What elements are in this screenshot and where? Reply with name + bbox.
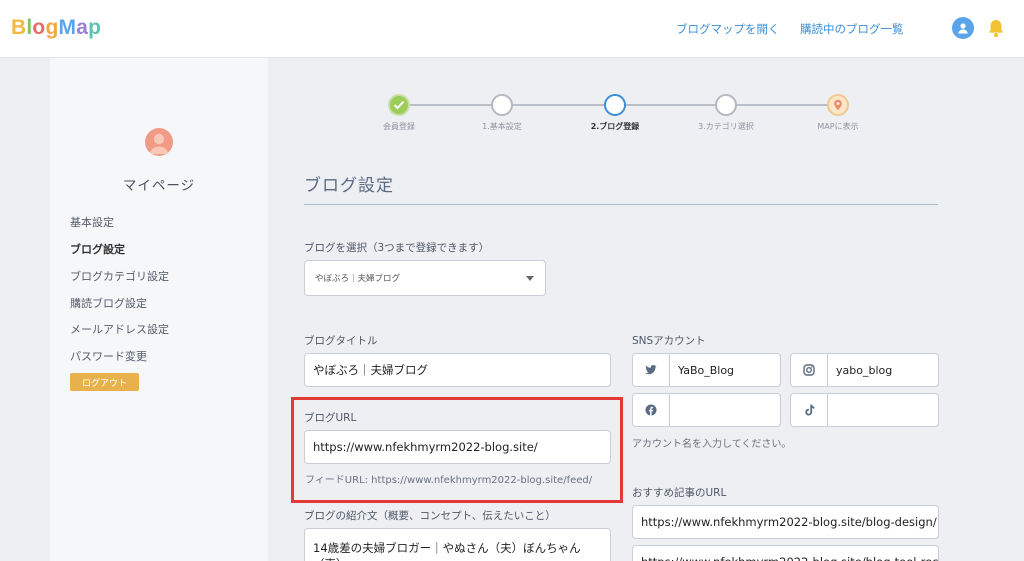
- logout-button[interactable]: ログアウト: [70, 373, 139, 391]
- recommended-url-input-1[interactable]: https://www.nfekhmyrm2022-blog.site/blog…: [632, 505, 939, 539]
- twitter-icon: [633, 354, 670, 386]
- open-blog-map-link[interactable]: ブログマップを開く: [676, 21, 780, 37]
- feed-url-hint: フィードURL: https://www.nfekhmyrm2022-blog.…: [305, 475, 593, 486]
- logo-letter: g: [45, 16, 59, 39]
- tiktok-value: [828, 394, 938, 426]
- facebook-value: [670, 394, 780, 426]
- step-label-basic: 1.基本設定: [482, 122, 522, 131]
- step-dot-category: [715, 94, 737, 116]
- step-label-category: 3.カテゴリ選択: [698, 122, 754, 131]
- step-label-blog: 2.ブログ登録: [590, 122, 640, 131]
- page-title: ブログ設定: [304, 176, 394, 196]
- user-icon[interactable]: [952, 17, 974, 39]
- profile-avatar: [145, 128, 173, 156]
- title-divider: [304, 204, 938, 205]
- facebook-icon: [633, 394, 670, 426]
- blog-title-label: ブログタイトル: [304, 335, 378, 347]
- blog-title-input[interactable]: やぼぶろ｜夫婦ブログ: [304, 353, 611, 387]
- logo-letter: B: [11, 16, 27, 39]
- blog-select-value: やぼぶろ｜夫婦ブログ: [315, 274, 401, 284]
- blog-select-dropdown[interactable]: やぼぶろ｜夫婦ブログ: [304, 260, 546, 296]
- sidebar-item-password-change[interactable]: パスワード変更: [70, 348, 147, 364]
- sns-label: SNSアカウント: [632, 335, 706, 347]
- step-dot-blog-current: [604, 94, 626, 116]
- logo-letter: a: [76, 16, 89, 39]
- twitter-value: YaBo_Blog: [678, 363, 735, 377]
- bell-icon[interactable]: [985, 17, 1007, 39]
- blog-intro-label: ブログの紹介文（概要、コンセプト、伝えたいこと）: [304, 510, 556, 522]
- tiktok-field[interactable]: [790, 393, 939, 427]
- instagram-icon: [791, 354, 828, 386]
- sidebar-item-blog-settings[interactable]: ブログ設定: [70, 241, 125, 257]
- sidebar-item-basic-settings[interactable]: 基本設定: [70, 214, 114, 230]
- blog-url-label: ブログURL: [304, 412, 357, 424]
- step-dot-basic: [491, 94, 513, 116]
- main-content: 会員登録 1.基本設定 2.ブログ登録 3.カテゴリ選択 MAPに表示 ブログ設…: [268, 58, 1024, 561]
- tiktok-icon: [791, 394, 828, 426]
- sidebar-item-email-settings[interactable]: メールアドレス設定: [70, 321, 169, 337]
- blogmap-logo[interactable]: BlogMap: [11, 16, 101, 40]
- sidebar-item-blog-category-settings[interactable]: ブログカテゴリ設定: [70, 268, 169, 284]
- step-label-map: MAPに表示: [817, 122, 859, 131]
- sidebar-item-subscribed-blogs[interactable]: 購読ブログ設定: [70, 295, 147, 311]
- instagram-value: yabo_blog: [836, 363, 893, 377]
- step-label-registration: 会員登録: [383, 122, 415, 131]
- recommended-url-label: おすすめ記事のURL: [632, 487, 727, 499]
- twitter-field[interactable]: YaBo_Blog: [632, 353, 781, 387]
- sidebar-title: マイページ: [122, 178, 196, 194]
- map-pin-icon: [827, 94, 849, 116]
- instagram-field[interactable]: yabo_blog: [790, 353, 939, 387]
- select-blog-label: ブログを選択（3つまで登録できます）: [304, 242, 490, 254]
- step-complete-check-icon: [388, 94, 410, 116]
- recommended-url-input-2[interactable]: https://www.nfekhmyrm2022-blog.site/blog…: [632, 545, 939, 561]
- blog-intro-textarea[interactable]: 14歳差の夫婦ブロガー｜やぬさん（夫）ぼんちゃん（妻）: [304, 528, 611, 561]
- facebook-field[interactable]: [632, 393, 781, 427]
- chevron-down-icon: [526, 276, 534, 281]
- blog-url-input[interactable]: https://www.nfekhmyrm2022-blog.site/: [304, 430, 611, 464]
- logo-letter: M: [58, 16, 77, 39]
- top-header: BlogMap ブログマップを開く 購読中のブログ一覧: [0, 0, 1024, 58]
- logo-letter: o: [32, 16, 46, 39]
- sns-hint: アカウント名を入力してください。: [632, 439, 792, 450]
- logo-letter: p: [88, 16, 102, 39]
- mypage-sidebar: マイページ 基本設定 ブログ設定 ブログカテゴリ設定 購読ブログ設定 メールアド…: [50, 58, 268, 561]
- reading-list-link[interactable]: 購読中のブログ一覧: [800, 21, 904, 37]
